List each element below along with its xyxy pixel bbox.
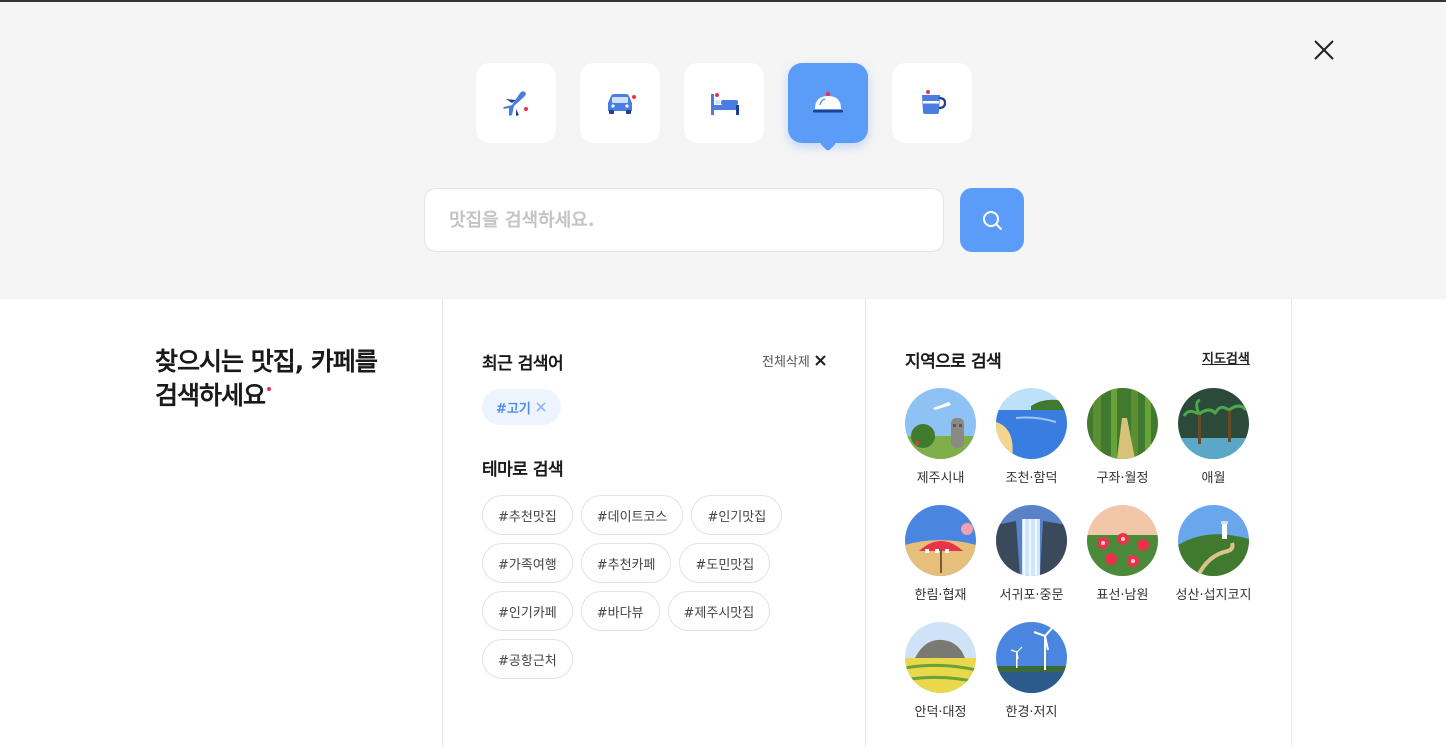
tab-stay[interactable] (684, 63, 764, 143)
region-label: 조천·함덕 (1005, 471, 1058, 486)
theme-tag[interactable]: #추천카페 (580, 543, 672, 583)
theme-tag[interactable]: #제주시맛집 (667, 591, 771, 631)
region-label: 구좌·월정 (1096, 471, 1149, 486)
region-item[interactable]: 한경·저지 (996, 622, 1067, 720)
gujwa-woljeong-image (1087, 388, 1158, 459)
theme-tag[interactable]: #가족여행 (482, 543, 573, 583)
theme-tag[interactable]: #인기맛집 (691, 495, 783, 535)
headline-line-2: 검색하세요 (155, 381, 266, 410)
search-header (0, 2, 1446, 299)
region-item[interactable]: 구좌·월정 (1087, 388, 1158, 486)
seongsan-seopjikoji-image (1178, 505, 1249, 576)
close-icon (1314, 40, 1334, 60)
region-title: 지역으로 검색 (905, 352, 1002, 372)
page-headline: 찾으시는 맛집, 카페를 검색하세요 (155, 345, 378, 413)
airplane-icon (503, 91, 528, 116)
close-icon (815, 355, 826, 366)
hangyeong-jeoji-image (996, 622, 1067, 693)
search-input[interactable] (449, 209, 919, 231)
theme-tag[interactable]: #공항근처 (482, 639, 573, 679)
region-label: 한경·저지 (1005, 705, 1058, 720)
divider (1291, 299, 1292, 747)
region-label: 서귀포·중문 (999, 588, 1064, 603)
region-label: 제주시내 (916, 471, 965, 486)
region-label: 한림·협재 (914, 588, 967, 603)
region-label: 표선·남원 (1096, 588, 1149, 603)
jeju-city-image (905, 388, 976, 459)
region-item[interactable]: 서귀포·중문 (996, 505, 1067, 603)
region-grid: 제주시내 조천·함덕 구좌·월정 애월 한림·협재 서귀포·중문 표선·남원 성… (905, 388, 1265, 720)
region-label: 애월 (1201, 471, 1226, 486)
region-item[interactable]: 한림·협재 (905, 505, 976, 603)
map-search-link[interactable]: 지도검색 (1202, 348, 1250, 367)
recent-tag-label: #고기 (496, 401, 531, 417)
seogwipo-jungmun-image (996, 505, 1067, 576)
pyoseon-namwon-image (1087, 505, 1158, 576)
region-item[interactable]: 조천·함덕 (996, 388, 1067, 486)
region-item[interactable]: 표선·남원 (1087, 505, 1158, 603)
aewol-image (1178, 388, 1249, 459)
cloche-icon (813, 91, 843, 113)
theme-tag-list: #추천맛집 #데이트코스 #인기맛집 #가족여행 #추천카페 #도민맛집 #인기… (482, 495, 792, 679)
category-tabs (476, 63, 972, 143)
jocheon-hamdeok-image (996, 388, 1067, 459)
tab-restaurant[interactable] (788, 63, 868, 143)
clear-all-button[interactable]: 전체삭제 (762, 351, 826, 370)
region-item[interactable]: 제주시내 (905, 388, 976, 486)
tab-car[interactable] (580, 63, 660, 143)
region-label: 안덕·대정 (914, 705, 967, 720)
recent-search-tag[interactable]: #고기 (482, 389, 561, 425)
region-item[interactable]: 애월 (1178, 388, 1249, 486)
search-button[interactable] (960, 188, 1024, 252)
search-box (424, 188, 944, 252)
close-button[interactable] (1310, 36, 1338, 64)
hallim-hyeopjae-image (905, 505, 976, 576)
search-icon (983, 211, 1002, 230)
theme-tag[interactable]: #바다뷰 (580, 591, 660, 631)
clear-all-label: 전체삭제 (762, 355, 810, 370)
theme-tag[interactable]: #추천맛집 (482, 495, 573, 535)
tab-cafe[interactable] (892, 63, 972, 143)
theme-tag[interactable]: #인기카페 (482, 591, 573, 631)
theme-title: 테마로 검색 (482, 460, 564, 480)
region-label: 성산·섭지코지 (1175, 588, 1252, 603)
theme-tag[interactable]: #데이트코스 (580, 495, 684, 535)
point-dot (267, 387, 272, 391)
region-item[interactable]: 성산·섭지코지 (1175, 505, 1252, 603)
divider (865, 299, 866, 747)
bed-icon (711, 93, 739, 115)
coffee-cup-icon (922, 90, 947, 114)
headline-line-1: 찾으시는 맛집, 카페를 (155, 347, 378, 376)
theme-tag[interactable]: #도민맛집 (679, 543, 771, 583)
andeok-daejeong-image (905, 622, 976, 693)
divider (442, 299, 443, 747)
remove-icon[interactable] (535, 401, 547, 413)
region-item[interactable]: 안덕·대정 (905, 622, 976, 720)
tab-flight[interactable] (476, 63, 556, 143)
car-icon (608, 94, 636, 114)
recent-title: 최근 검색어 (482, 354, 564, 374)
